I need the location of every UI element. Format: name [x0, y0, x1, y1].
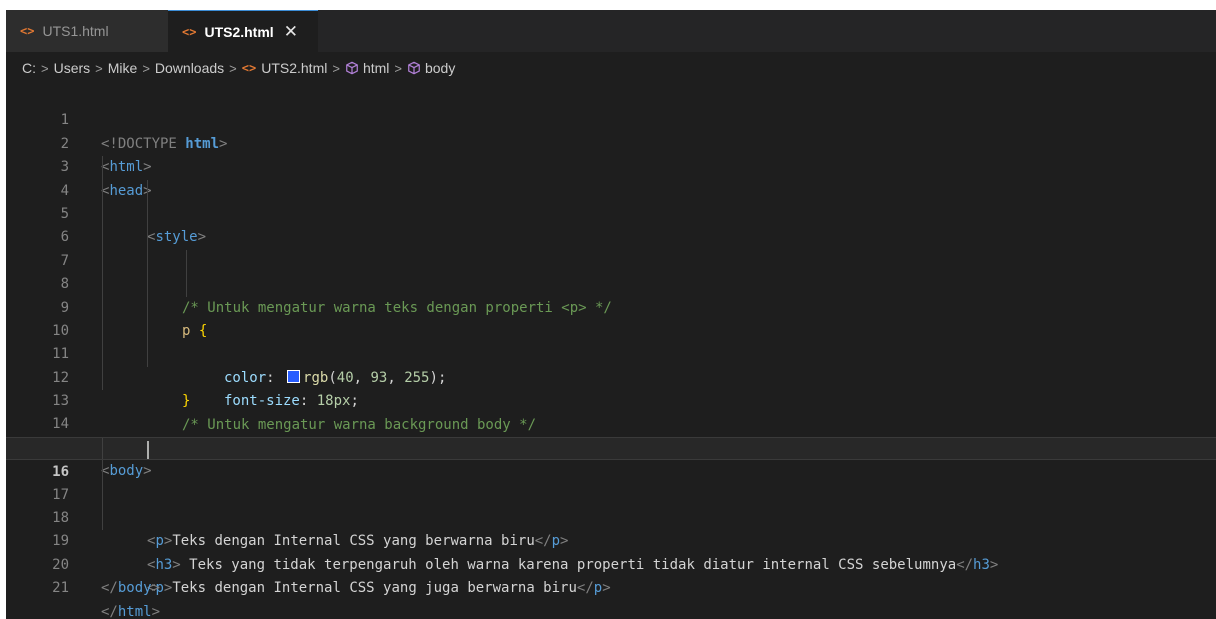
indent-guide	[186, 273, 187, 297]
chevron-right-icon: >	[229, 60, 237, 76]
indent-guide	[102, 437, 103, 460]
code-line[interactable]: 2 <html>	[6, 109, 1216, 175]
tag-name: html	[117, 603, 152, 619]
indent-guide	[147, 202, 148, 227]
code-line[interactable]: 8 color: rgb(40, 93, 255);	[6, 249, 1216, 386]
tab-label: UTS2.html	[204, 23, 274, 40]
indent-guide	[147, 226, 148, 250]
indent-guide	[102, 249, 103, 274]
code-line[interactable]: 15 <body>	[6, 413, 1216, 479]
indent-guide	[102, 296, 103, 320]
code-area[interactable]: 1 <!DOCTYPE html> 2 <html> 3 <head> 4 <s…	[6, 86, 1216, 619]
indent-guide	[102, 226, 103, 250]
code-line[interactable]: 10 }	[6, 296, 1216, 409]
indent-guide	[102, 343, 103, 367]
code-line[interactable]: 14 </head>	[6, 390, 1216, 455]
breadcrumb-folder[interactable]: Downloads	[155, 60, 224, 76]
bracket: >	[602, 580, 611, 597]
indent-guide	[102, 507, 103, 531]
html-file-icon: <>	[241, 61, 257, 75]
tab-uts1[interactable]: <> UTS1.html	[6, 10, 168, 52]
element-cube-icon	[346, 61, 358, 75]
indent-guide	[102, 202, 103, 227]
tab-uts2[interactable]: <> UTS2.html ✕	[168, 10, 318, 52]
chevron-right-icon: >	[394, 60, 402, 76]
code-line[interactable]: 18 <h3> Teks yang tidak terpengaruh oleh…	[6, 483, 1216, 573]
breadcrumb-users[interactable]: Users	[54, 60, 91, 76]
breadcrumb-drive[interactable]: C:	[22, 60, 36, 76]
code-line[interactable]: 20 </body>	[6, 530, 1216, 596]
text-cursor	[147, 440, 149, 459]
chevron-right-icon: >	[41, 60, 49, 76]
bracket: >	[151, 603, 161, 619]
code-line[interactable]: 5	[6, 179, 1216, 222]
indent-guide	[102, 179, 103, 203]
tab-label: UTS1.html	[42, 23, 109, 39]
bracket: </	[576, 580, 594, 597]
breadcrumb-element-html[interactable]: html	[363, 60, 389, 76]
indent-guide	[147, 249, 148, 274]
indent-guide	[147, 296, 148, 320]
code-line[interactable]: 12 body {background-color:rgb(255, 154, …	[6, 343, 1216, 456]
code-line[interactable]: 19 <p>Teks dengan Internal CSS yang juga…	[6, 507, 1216, 596]
code-text: </body>	[101, 577, 160, 600]
tag-name: p	[593, 580, 603, 597]
code-text: </html>	[101, 601, 160, 619]
html-text: Teks dengan Internal CSS yang juga berwa…	[172, 580, 577, 597]
indent-guide	[102, 460, 103, 484]
tag-name: body	[117, 580, 152, 597]
code-line[interactable]: 3 <head>	[6, 133, 1216, 198]
html-file-icon: <>	[20, 24, 35, 38]
html-file-icon: <>	[182, 24, 197, 39]
code-line[interactable]: 6 /* Untuk mengatur warna teks dengan pr…	[6, 202, 1216, 316]
code-line-active[interactable]: 16	[6, 436, 1216, 480]
code-line[interactable]: 1 <!DOCTYPE html>	[6, 86, 1216, 151]
indent-guide	[102, 319, 103, 344]
code-line[interactable]: 7 p {	[6, 226, 1216, 339]
breadcrumb-element-body[interactable]: body	[425, 60, 455, 76]
code-text: <p>Teks dengan Internal CSS yang juga be…	[147, 577, 611, 600]
indent-guide	[102, 483, 103, 508]
bracket: >	[151, 580, 161, 597]
breadcrumb: C: > Users > Mike > Downloads > <> UTS2.…	[6, 56, 1216, 80]
tab-bar: <> UTS1.html <> UTS2.html ✕	[6, 10, 1216, 52]
indent-guide	[102, 366, 103, 391]
indent-guide	[147, 273, 148, 297]
chevron-right-icon: >	[142, 60, 150, 76]
bracket: </	[101, 580, 118, 597]
bracket: </	[101, 603, 118, 619]
code-editor-window: <> UTS1.html <> UTS2.html ✕ C: > Users >…	[6, 10, 1216, 619]
code-line[interactable]: 4 <style>	[6, 156, 1216, 245]
breadcrumb-file[interactable]: UTS2.html	[261, 60, 327, 76]
code-line[interactable]: 17 <p>Teks dengan Internal CSS yang berw…	[6, 460, 1216, 549]
code-line[interactable]: 13 </style>	[6, 366, 1216, 456]
indent-guide	[147, 343, 148, 367]
indent-guide	[186, 249, 187, 274]
breadcrumb-user[interactable]: Mike	[108, 60, 138, 76]
line-number: 21	[52, 580, 69, 597]
indent-guide	[102, 156, 103, 180]
code-line[interactable]: 9 font-size: 18px;	[6, 273, 1216, 409]
indent-guide	[147, 179, 148, 203]
indent-guide	[147, 319, 148, 344]
code-line[interactable]: 21 </html>	[6, 554, 1216, 619]
chevron-right-icon: >	[332, 60, 340, 76]
close-icon[interactable]: ✕	[284, 22, 298, 42]
element-cube-icon	[408, 61, 420, 75]
chevron-right-icon: >	[95, 60, 103, 76]
indent-guide	[102, 273, 103, 297]
code-line[interactable]: 11 /* Untuk mengatur warna background bo…	[6, 319, 1216, 433]
